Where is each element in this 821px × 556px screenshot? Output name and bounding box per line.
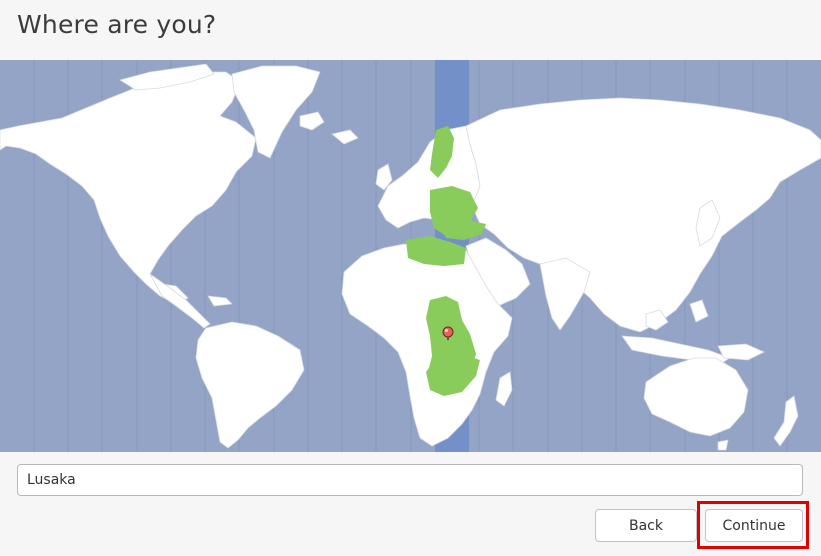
back-button[interactable]: Back	[595, 509, 697, 542]
timezone-map[interactable]	[0, 60, 821, 452]
world-map[interactable]	[0, 60, 821, 452]
header-bar: Where are you?	[0, 0, 821, 60]
continue-button[interactable]: Continue	[705, 509, 803, 542]
location-input[interactable]	[17, 464, 803, 496]
page-title: Where are you?	[17, 10, 217, 39]
